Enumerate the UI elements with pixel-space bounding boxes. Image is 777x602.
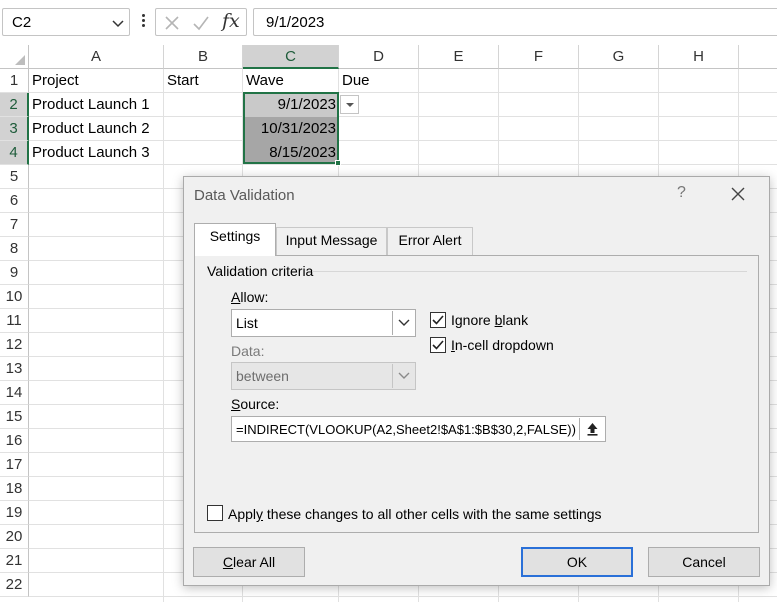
source-input[interactable]: =INDIRECT(VLOOKUP(A2,Sheet2!$A$1:$B$30,2… [231,416,606,442]
chevron-down-icon [392,364,414,388]
column-header-g[interactable]: G [579,45,659,69]
name-box-value: C2 [12,14,32,31]
chevron-down-icon[interactable] [392,311,414,335]
row-header-22[interactable]: 22 [0,573,29,597]
in-cell-dropdown-checkbox[interactable] [430,337,446,353]
source-input-value: =INDIRECT(VLOOKUP(A2,Sheet2!$A$1:$B$30,2… [236,422,576,437]
formula-bar: C2 fx 9/1/2023 [0,0,777,44]
name-box[interactable]: C2 [2,8,130,36]
row-header-21[interactable]: 21 [0,549,29,573]
help-button[interactable]: ? [677,184,686,202]
chevron-down-icon[interactable] [111,16,125,30]
column-header-a[interactable]: A [29,45,164,69]
row-header-1[interactable]: 1 [0,69,29,93]
more-options-icon[interactable] [140,12,146,32]
row-header-3[interactable]: 3 [0,117,29,141]
ignore-blank-label: Ignore blank [451,312,529,328]
column-header-b[interactable]: B [164,45,243,69]
cell-c1[interactable]: Wave [243,69,339,93]
row-header-9[interactable]: 9 [0,261,29,285]
row-header-10[interactable]: 10 [0,285,29,309]
fill-handle[interactable] [335,160,341,166]
column-header-d[interactable]: D [339,45,419,69]
tab-settings[interactable]: Settings [194,223,276,256]
row-header-2[interactable]: 2 [0,93,29,117]
column-header-c[interactable]: C [243,45,339,69]
clear-all-button[interactable]: Clear All [193,547,305,577]
row-header-17[interactable]: 17 [0,453,29,477]
dropdown-arrow-icon [346,103,354,107]
row-header-6[interactable]: 6 [0,189,29,213]
row-header-4[interactable]: 4 [0,141,29,165]
row-header-12[interactable]: 12 [0,333,29,357]
cell-a3[interactable]: Product Launch 2 [29,117,164,141]
allow-select-value: List [236,315,258,331]
insert-function-icon[interactable]: fx [222,10,240,32]
row-header-16[interactable]: 16 [0,429,29,453]
cell-dropdown-button[interactable] [340,95,359,114]
row-header-20[interactable]: 20 [0,525,29,549]
upload-arrow-icon [587,423,598,436]
enter-formula-icon[interactable] [192,14,210,32]
settings-panel: Validation criteria Allow: List Ignore b… [194,255,759,533]
row-header-7[interactable]: 7 [0,213,29,237]
cell-a1[interactable]: Project [29,69,164,93]
close-icon[interactable] [729,185,747,203]
column-header-f[interactable]: F [499,45,579,69]
checkmark-icon [432,315,444,325]
select-all-corner[interactable] [0,45,29,69]
cell-a4[interactable]: Product Launch 3 [29,141,164,165]
ignore-blank-checkbox[interactable] [430,312,446,328]
in-cell-dropdown-label: In-cell dropdown [451,337,554,353]
cell-a2[interactable]: Product Launch 1 [29,93,164,117]
allow-label: Allow: [231,289,269,305]
row-header-13[interactable]: 13 [0,357,29,381]
section-divider [312,271,747,272]
cancel-button[interactable]: Cancel [648,547,760,577]
allow-select[interactable]: List [231,309,416,337]
validation-criteria-label: Validation criteria [207,263,314,279]
formula-input[interactable]: 9/1/2023 [253,8,777,36]
data-select-value: between [236,368,289,384]
cancel-formula-icon[interactable] [163,14,181,32]
row-header-18[interactable]: 18 [0,477,29,501]
ok-button[interactable]: OK [521,547,633,577]
data-validation-dialog: Data Validation ? Settings Input Message… [183,176,770,586]
column-header-e[interactable]: E [419,45,499,69]
column-header-h[interactable]: H [659,45,739,69]
tab-error-alert[interactable]: Error Alert [387,227,473,255]
row-header-14[interactable]: 14 [0,381,29,405]
row-header-5[interactable]: 5 [0,165,29,189]
cell-b1[interactable]: Start [164,69,243,93]
column-header-i[interactable] [739,45,777,69]
row-header-11[interactable]: 11 [0,309,29,333]
dialog-title: Data Validation [194,187,295,204]
apply-all-checkbox[interactable] [207,505,223,521]
tab-input-message[interactable]: Input Message [276,227,387,255]
row-header-8[interactable]: 8 [0,237,29,261]
formula-buttons: fx [155,8,247,36]
apply-all-label: Apply these changes to all other cells w… [228,506,602,522]
formula-value: 9/1/2023 [266,14,325,31]
source-label: Source: [231,396,280,412]
selection-range [243,92,341,166]
cell-d1[interactable]: Due [339,69,419,93]
row-header-19[interactable]: 19 [0,501,29,525]
row-header-15[interactable]: 15 [0,405,29,429]
checkmark-icon [432,340,444,350]
data-select: between [231,362,416,390]
collapse-dialog-button[interactable] [579,418,604,440]
data-label: Data: [231,343,265,359]
